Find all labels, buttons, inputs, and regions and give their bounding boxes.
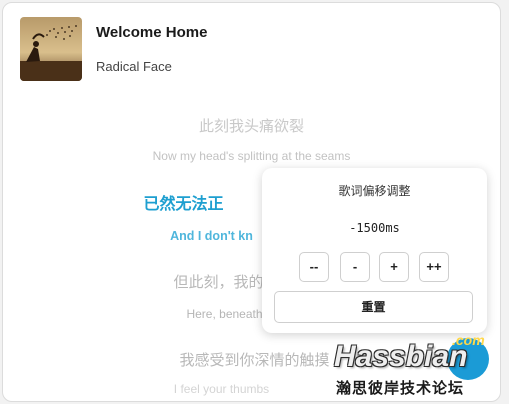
popup-title: 歌词偏移调整 [338,184,411,198]
lyric-line-en: Now my head's splitting at the seams [152,149,351,163]
offset-decrease-large-button[interactable]: -- [299,252,329,282]
offset-value: -1500ms [349,221,400,235]
watermark-brand: Hassbian [334,340,468,373]
offset-increase-large-button[interactable]: ++ [419,252,449,282]
offset-reset-button[interactable]: 重置 [274,291,473,323]
lyric-offset-popup: 歌词偏移调整 -1500ms -- - + ++ 重置 [262,168,487,333]
watermark-subtitle: 瀚思彼岸技术论坛 [336,379,465,397]
lyric-line-zh: 此刻我头痛欲裂 [198,117,304,135]
offset-decrease-button[interactable]: - [340,252,370,282]
offset-increase-button[interactable]: + [379,252,409,282]
